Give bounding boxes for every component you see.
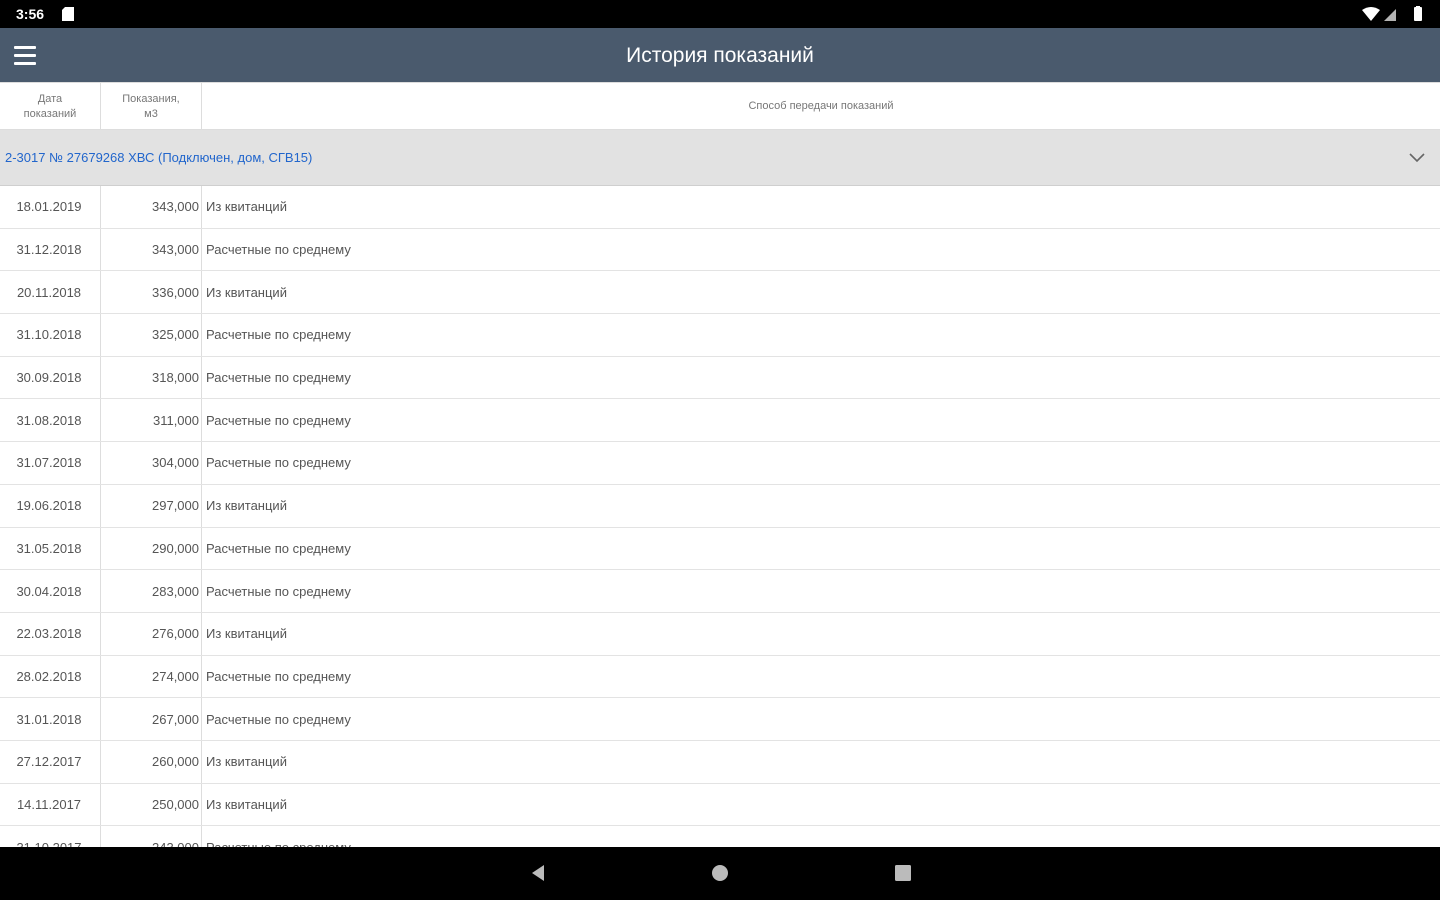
column-header-date: Дата показаний (0, 83, 101, 130)
reading-method: Расчетные по среднему (206, 540, 351, 556)
reading-method: Из квитанций (206, 498, 287, 514)
reading-value: 343,000 (101, 228, 202, 271)
readings-history: Дата показаний Показания, м3 Способ пере… (0, 82, 1440, 847)
table-row[interactable]: 28.02.2018 274,000 Расчетные по среднему (0, 655, 1440, 699)
reading-value: 250,000 (101, 783, 202, 826)
reading-date: 31.12.2018 (0, 228, 101, 271)
reading-value: 311,000 (101, 399, 202, 442)
reading-date: 31.01.2018 (0, 698, 101, 740)
table-row[interactable]: 31.08.2018 311,000 Расчетные по среднему (0, 399, 1440, 443)
reading-value: 260,000 (101, 740, 202, 783)
reading-date: 28.02.2018 (0, 655, 101, 698)
reading-date: 14.11.2017 (0, 783, 101, 826)
reading-method: Расчетные по среднему (206, 711, 351, 727)
table-row[interactable]: 31.10.2018 325,000 Расчетные по среднему (0, 314, 1440, 357)
reading-method: Расчетные по среднему (206, 327, 351, 343)
table-row[interactable]: 31.07.2018 304,000 Расчетные по среднему (0, 442, 1440, 485)
reading-value: 274,000 (101, 655, 202, 698)
status-time: 3:56 (16, 6, 45, 22)
reading-method: Расчетные по среднему (204, 826, 351, 847)
reading-value: 297,000 (101, 484, 202, 527)
table-header: Дата показаний Показания, м3 Способ пере… (0, 82, 1440, 130)
reading-date: 31.10.2017 (0, 826, 101, 847)
table-row[interactable]: 31.10.2017243,000Расчетные по среднему (0, 826, 1440, 847)
reading-value: 267,000 (101, 698, 202, 740)
reading-date: 31.10.2018 (0, 314, 101, 356)
app-bar: История показаний (0, 28, 1440, 82)
reading-value: 318,000 (101, 356, 202, 399)
meter-group-header[interactable]: 2-3017 № 27679268 ХВС (Подключен, дом, С… (0, 130, 1440, 186)
reading-method: Из квитанций (206, 796, 287, 812)
status-bar: 3:56 (0, 0, 1440, 28)
reading-value: 304,000 (101, 442, 202, 484)
column-header-method: Способ передачи показаний (748, 100, 894, 112)
reading-value: 243,000 (101, 826, 202, 847)
reading-value: 283,000 (101, 570, 202, 612)
table-row[interactable]: 31.01.2018 267,000 Расчетные по среднему (0, 698, 1440, 741)
table-row[interactable]: 30.09.2018 318,000 Расчетные по среднему (0, 356, 1440, 400)
table-row[interactable]: 31.05.2018 290,000 Расчетные по среднему (0, 527, 1440, 571)
table-row[interactable]: 18.01.2019 343,000 Из квитанций (0, 186, 1440, 229)
column-header-reading: Показания, м3 (101, 83, 202, 130)
table-row[interactable]: 27.12.2017 260,000 Из квитанций (0, 740, 1440, 784)
meter-group-label: 2-3017 № 27679268 ХВС (Подключен, дом, С… (5, 150, 313, 165)
reading-value: 336,000 (101, 271, 202, 314)
signal-wifi-battery-icons (1362, 6, 1422, 21)
reading-value: 325,000 (101, 314, 202, 356)
reading-method: Из квитанций (206, 626, 287, 642)
reading-value: 276,000 (101, 612, 202, 655)
readings-list: 18.01.2019 343,000 Из квитанций 31.12.2018 3… (0, 186, 1440, 847)
table-row[interactable]: 31.12.2018 343,000 Расчетные по среднему (0, 228, 1440, 272)
chevron-down-icon[interactable] (1408, 148, 1426, 166)
table-row[interactable]: 20.11.2018 336,000 Из квитанций (0, 271, 1440, 315)
reading-method: Из квитанций (206, 199, 287, 215)
table-row[interactable]: 19.06.2018 297,000 Из квитанций (0, 484, 1440, 528)
table-row[interactable]: 30.04.2018 283,000 Расчетные по среднему (0, 570, 1440, 613)
sd-card-icon (62, 7, 74, 21)
reading-date: 27.12.2017 (0, 740, 101, 783)
reading-date: 18.01.2019 (0, 186, 101, 228)
reading-date: 19.06.2018 (0, 484, 101, 527)
reading-method: Из квитанций (206, 284, 287, 300)
reading-method: Из квитанций (206, 754, 287, 770)
reading-date: 31.07.2018 (0, 442, 101, 484)
page-title: История показаний (626, 44, 814, 67)
reading-date: 30.04.2018 (0, 570, 101, 612)
recent-apps-icon[interactable] (893, 863, 913, 883)
reading-date: 20.11.2018 (0, 271, 101, 314)
reading-value: 343,000 (101, 186, 202, 228)
table-row[interactable]: 22.03.2018 276,000 Из квитанций (0, 612, 1440, 656)
reading-method: Расчетные по среднему (206, 583, 351, 599)
home-icon[interactable] (710, 863, 730, 883)
reading-date: 31.05.2018 (0, 527, 101, 570)
reading-method: Расчетные по среднему (206, 370, 351, 386)
reading-value: 290,000 (101, 527, 202, 570)
reading-method: Расчетные по среднему (206, 668, 351, 684)
reading-method: Расчетные по среднему (206, 455, 351, 471)
reading-date: 31.08.2018 (0, 399, 101, 442)
reading-date: 30.09.2018 (0, 356, 101, 399)
navigation-bar (0, 847, 1440, 900)
back-icon[interactable] (528, 863, 548, 883)
reading-date: 22.03.2018 (0, 612, 101, 655)
reading-method: Расчетные по среднему (206, 412, 351, 428)
reading-method: Расчетные по среднему (206, 242, 351, 258)
table-row[interactable]: 14.11.2017 250,000 Из квитанций (0, 783, 1440, 827)
